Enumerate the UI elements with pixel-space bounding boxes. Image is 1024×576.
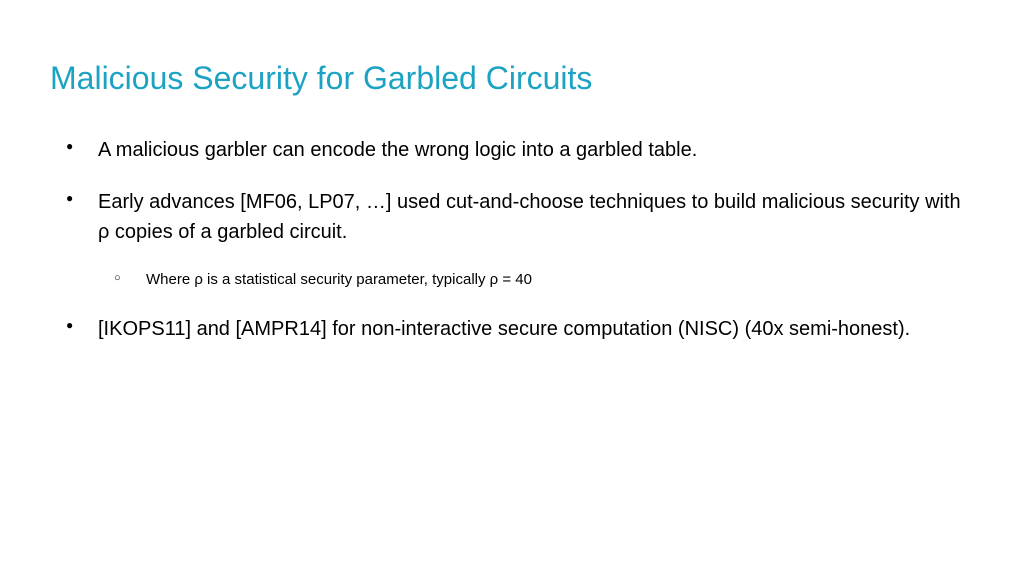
sub-list-item: Where ρ is a statistical security parame…	[98, 269, 974, 292]
list-item: Early advances [MF06, LP07, …] used cut-…	[50, 187, 974, 292]
bullet-text: Early advances [MF06, LP07, …] used cut-…	[98, 191, 961, 243]
bullet-text: [IKOPS11] and [AMPR14] for non-interacti…	[98, 318, 910, 340]
bullet-text: A malicious garbler can encode the wrong…	[98, 139, 697, 161]
list-item: [IKOPS11] and [AMPR14] for non-interacti…	[50, 314, 974, 344]
slide-title: Malicious Security for Garbled Circuits	[50, 60, 974, 97]
bullet-list: A malicious garbler can encode the wrong…	[50, 135, 974, 344]
sub-bullet-list: Where ρ is a statistical security parame…	[98, 269, 974, 292]
list-item: A malicious garbler can encode the wrong…	[50, 135, 974, 165]
sub-bullet-text: Where ρ is a statistical security parame…	[146, 271, 532, 288]
